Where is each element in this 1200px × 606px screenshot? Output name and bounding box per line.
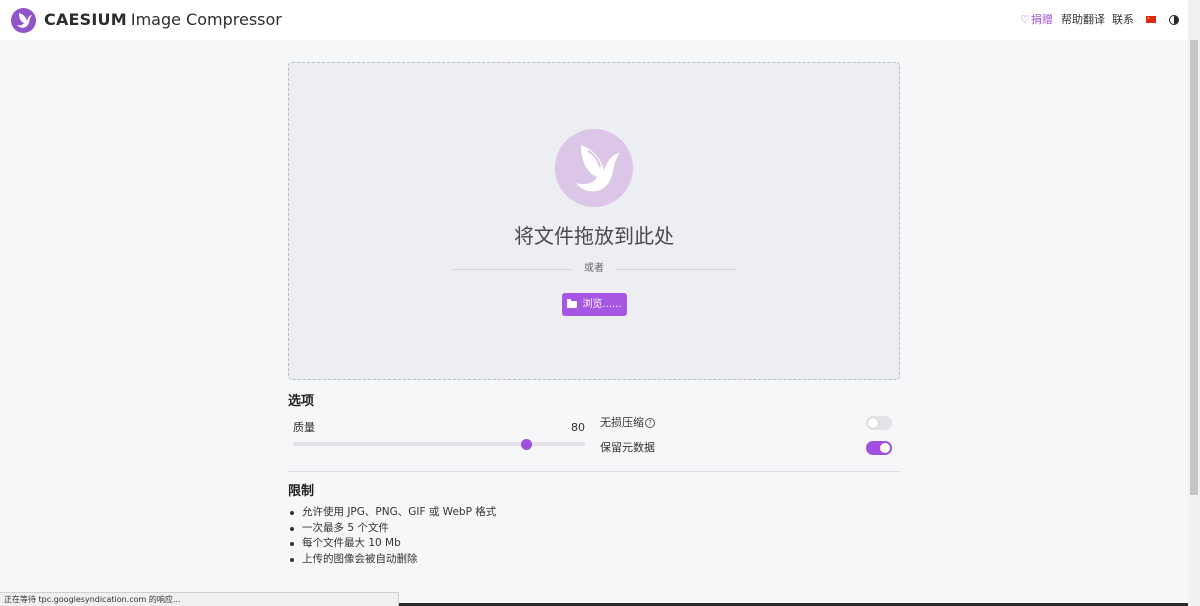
theme-toggle-icon[interactable] [1169, 15, 1179, 25]
browse-button[interactable]: 浏览...... [562, 293, 627, 316]
brand-name: CAESIUM [44, 10, 127, 29]
or-separator: 或者 [584, 263, 604, 274]
list-item: 一次最多 5 个文件 [288, 521, 496, 537]
quality-slider[interactable] [293, 442, 585, 446]
options-title: 选项 [288, 394, 315, 409]
scrollbar-thumb[interactable] [1190, 40, 1198, 495]
list-item: 每个文件最大 10 Mb [288, 536, 496, 552]
help-translate-link[interactable]: 帮助翻译 [1061, 13, 1105, 27]
dropzone-title: 将文件拖放到此处 [514, 224, 674, 248]
folder-icon [567, 299, 578, 308]
browse-label: 浏览...... [582, 299, 622, 310]
top-header: CAESIUM Image Compressor ♡捐赠 帮助翻译 联系 ★ [0, 0, 1188, 40]
quality-slider-thumb[interactable] [521, 439, 532, 450]
keep-metadata-label: 保留元数据 [600, 441, 655, 454]
browser-status-bar: 正在等待 tpc.googlesyndication.com 的响应... [0, 592, 399, 606]
donate-link[interactable]: ♡捐赠 [1020, 13, 1053, 27]
list-item: 上传的图像会被自动删除 [288, 552, 496, 568]
file-dropzone[interactable] [288, 62, 900, 380]
donate-label: 捐赠 [1030, 13, 1053, 26]
caesium-logo-icon[interactable] [11, 8, 36, 33]
limits-list: 允许使用 JPG、PNG、GIF 或 WebP 格式 一次最多 5 个文件 每个… [288, 505, 496, 567]
help-circle-icon[interactable]: ? [645, 418, 655, 428]
section-divider [288, 471, 901, 472]
app-title[interactable]: CAESIUM Image Compressor [44, 10, 282, 30]
quality-label: 质量 [293, 421, 315, 434]
contact-link[interactable]: 联系 [1112, 13, 1134, 27]
lossless-toggle[interactable] [866, 416, 892, 430]
brand-subtitle: Image Compressor [130, 10, 282, 29]
limits-title: 限制 [288, 484, 315, 499]
or-divider-right [616, 269, 737, 270]
or-divider-left [452, 269, 572, 270]
list-item: 允许使用 JPG、PNG、GIF 或 WebP 格式 [288, 505, 496, 521]
lossless-label: 无损压缩 [600, 416, 644, 429]
caesium-bird-icon [555, 129, 633, 207]
cn-flag-icon[interactable]: ★ [1146, 16, 1156, 23]
heart-icon: ♡ [1020, 13, 1030, 26]
quality-value: 80 [571, 421, 585, 434]
keep-metadata-toggle[interactable] [866, 441, 892, 455]
